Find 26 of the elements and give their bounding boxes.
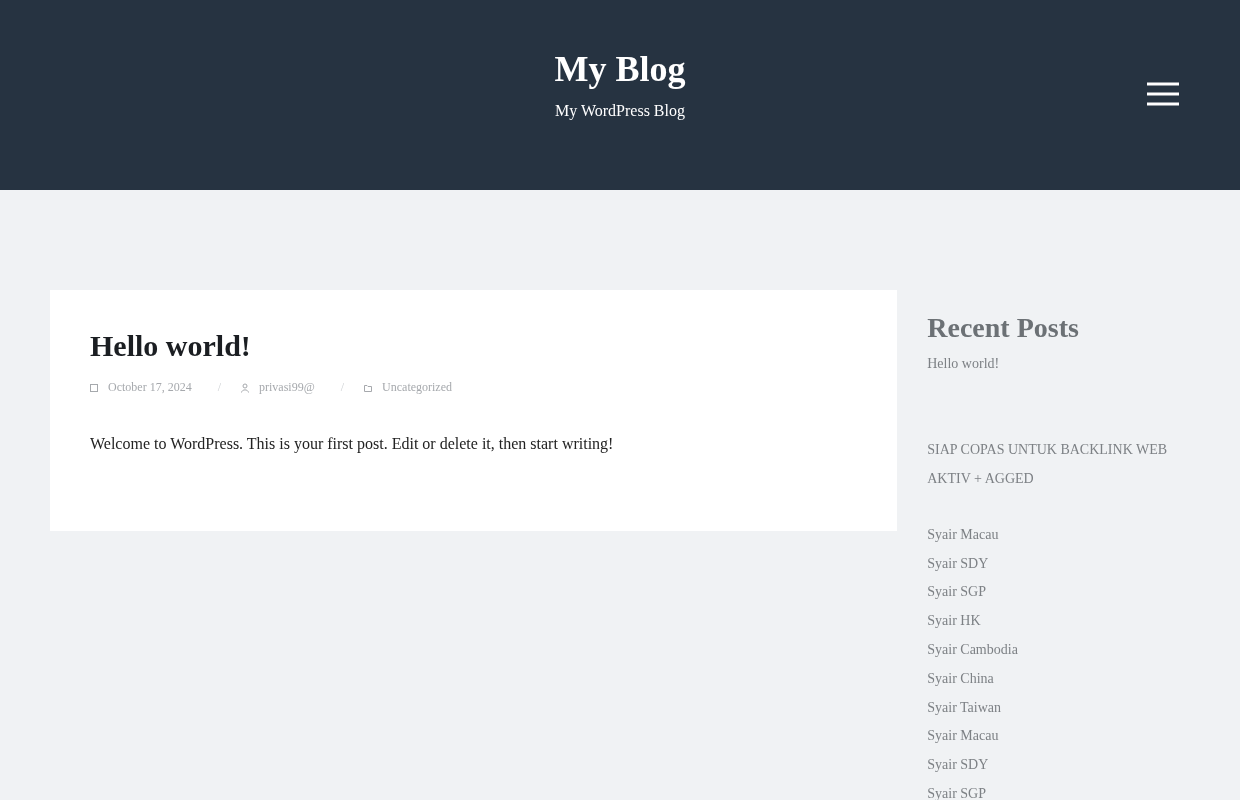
site-title[interactable]: My Blog <box>554 48 686 90</box>
sidebar-link[interactable]: Syair SGP <box>927 779 1190 800</box>
sidebar-link[interactable]: Syair SDY <box>927 549 1190 579</box>
sidebar-link[interactable]: Syair Macau <box>927 520 1190 550</box>
notice-text: SIAP COPAS UNTUK BACKLINK WEB AKTIV + AGGED <box>927 440 1169 488</box>
folder-icon <box>364 382 373 393</box>
sidebar-link[interactable]: Syair SDY <box>927 751 1190 780</box>
sidebar-link[interactable]: Syair China <box>927 664 1190 694</box>
post-category[interactable]: Uncategorized <box>382 380 453 395</box>
widget-title: Recent Posts <box>927 311 1080 345</box>
meta-separator: / <box>217 380 221 395</box>
menu-button[interactable] <box>1147 82 1179 106</box>
recent-post-link[interactable]: Hello world! <box>927 350 1190 379</box>
site-tagline: My WordPress Blog <box>555 102 685 120</box>
meta-separator: / <box>340 380 345 395</box>
post-author[interactable]: privasi99@ <box>259 380 315 395</box>
sidebar-link[interactable]: Syair HK <box>927 607 1190 636</box>
user-icon <box>241 382 249 393</box>
post-date[interactable]: October 17, 2024 <box>108 380 192 395</box>
sidebar-link[interactable]: Syair Taiwan <box>927 693 1190 723</box>
sidebar-link[interactable]: Syair Cambodia <box>927 636 1190 665</box>
post-body: Welcome to WordPress. This is your first post. Edit or delete it, then start writing! <box>90 435 615 453</box>
sidebar-link[interactable]: Syair Macau <box>927 722 1190 752</box>
sidebar-link[interactable]: Syair SGP <box>927 578 1190 608</box>
calendar-icon <box>90 382 98 393</box>
post-title: Hello world! <box>90 328 252 364</box>
